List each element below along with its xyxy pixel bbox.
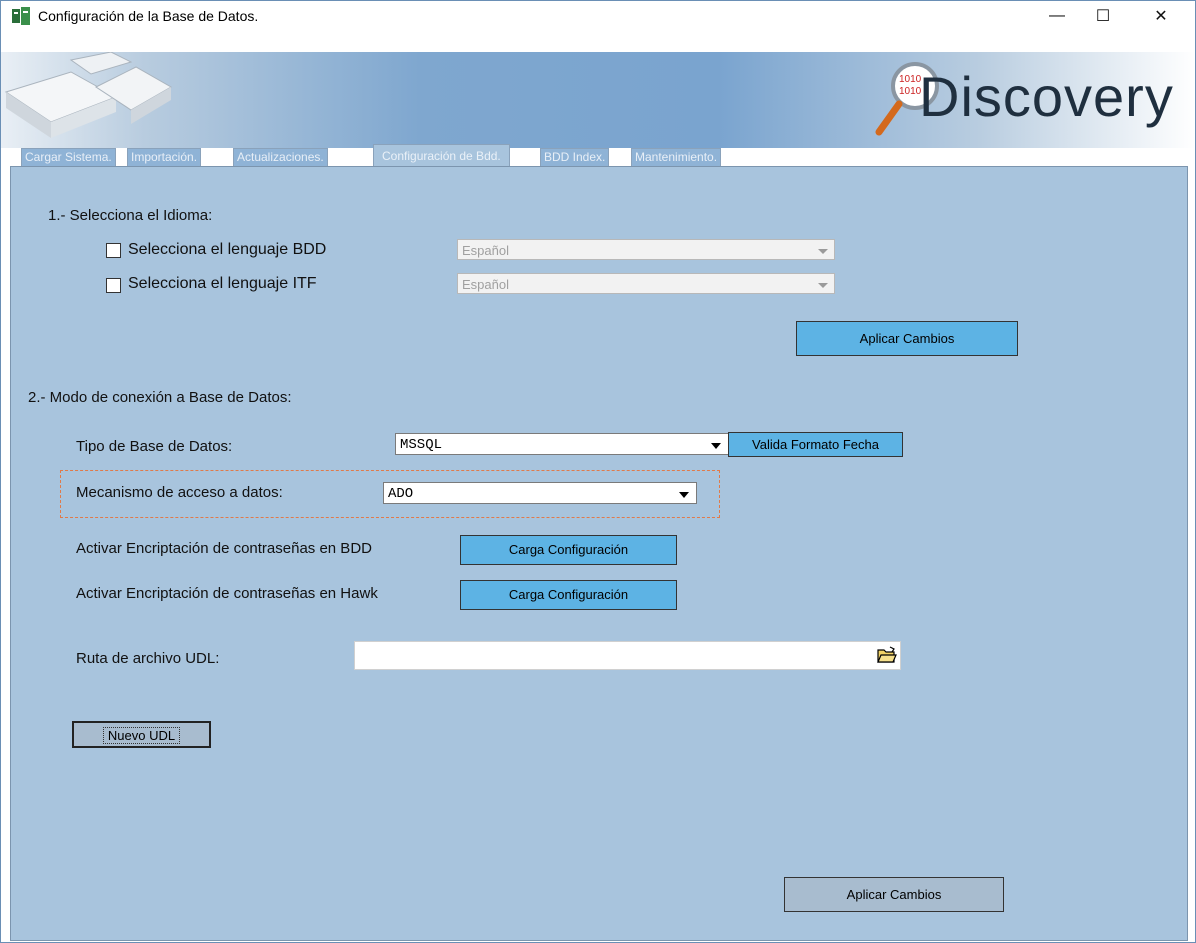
bdd-language-select[interactable]: Español bbox=[457, 239, 835, 260]
config-window: Configuración de la Base de Datos. — ☐ ✕… bbox=[0, 0, 1196, 943]
itf-language-value: Español bbox=[462, 277, 509, 292]
title-bar: Configuración de la Base de Datos. — ☐ ✕ bbox=[1, 1, 1195, 31]
apply-language-button[interactable]: Aplicar Cambios bbox=[796, 321, 1018, 356]
db-type-select[interactable]: MSSQL bbox=[395, 433, 729, 455]
chevron-down-icon bbox=[679, 492, 689, 498]
tab-configuracion-bdd[interactable]: Configuración de Bdd. bbox=[373, 144, 510, 167]
udl-path-label: Ruta de archivo UDL: bbox=[76, 650, 220, 667]
folder-open-icon[interactable] bbox=[877, 646, 897, 664]
udl-path-field[interactable] bbox=[354, 641, 901, 670]
chevron-down-icon bbox=[711, 443, 721, 449]
encrypt-bdd-label: Activar Encriptación de contraseñas en B… bbox=[76, 540, 372, 557]
encrypt-hawk-label: Activar Encriptación de contraseñas en H… bbox=[76, 585, 378, 602]
minimize-button[interactable]: — bbox=[1034, 1, 1080, 31]
access-mechanism-label: Mecanismo de acceso a datos: bbox=[76, 484, 283, 501]
bdd-language-checkbox[interactable] bbox=[106, 243, 121, 258]
chevron-down-icon bbox=[818, 249, 828, 254]
language-section-heading: 1.- Selecciona el Idioma: bbox=[48, 207, 213, 224]
window-title: Configuración de la Base de Datos. bbox=[38, 8, 259, 24]
tab-cargar-sistema[interactable]: Cargar Sistema. bbox=[21, 148, 116, 167]
itf-language-select[interactable]: Español bbox=[457, 273, 835, 294]
config-panel: 1.- Selecciona el Idioma: Selecciona el … bbox=[10, 166, 1188, 941]
bdd-language-value: Español bbox=[462, 243, 509, 258]
tab-actualizaciones[interactable]: Actualizaciones. bbox=[233, 148, 328, 167]
db-type-label: Tipo de Base de Datos: bbox=[76, 438, 233, 455]
tab-importacion[interactable]: Importación. bbox=[127, 148, 202, 167]
db-type-value: MSSQL bbox=[400, 437, 443, 453]
discovery-logo: Discovery bbox=[919, 65, 1174, 128]
app-icon bbox=[11, 7, 31, 25]
new-udl-label: Nuevo UDL bbox=[102, 727, 181, 744]
chevron-down-icon bbox=[818, 283, 828, 288]
validate-date-format-button[interactable]: Valida Formato Fecha bbox=[728, 432, 903, 457]
itf-language-checkbox[interactable] bbox=[106, 278, 121, 293]
encrypt-bdd-load-config-button[interactable]: Carga Configuración bbox=[460, 535, 677, 565]
banner-top-strip bbox=[1, 31, 1195, 52]
bdd-language-label: Selecciona el lenguaje BDD bbox=[128, 241, 327, 258]
maximize-button[interactable]: ☐ bbox=[1080, 1, 1126, 31]
close-button[interactable]: ✕ bbox=[1138, 1, 1184, 31]
access-mechanism-select[interactable]: ADO bbox=[383, 482, 697, 504]
keyboard-keys-image bbox=[4, 52, 173, 138]
itf-language-label: Selecciona el lenguaje ITF bbox=[128, 275, 317, 292]
connection-section-heading: 2.- Modo de conexión a Base de Datos: bbox=[28, 389, 292, 406]
apply-connection-button[interactable]: Aplicar Cambios bbox=[784, 877, 1004, 912]
tab-mantenimiento[interactable]: Mantenimiento. bbox=[631, 148, 722, 167]
access-mechanism-value: ADO bbox=[388, 486, 414, 502]
tab-bdd-index[interactable]: BDD Index. bbox=[540, 148, 610, 167]
new-udl-button[interactable]: Nuevo UDL bbox=[72, 721, 211, 748]
encrypt-hawk-load-config-button[interactable]: Carga Configuración bbox=[460, 580, 677, 610]
